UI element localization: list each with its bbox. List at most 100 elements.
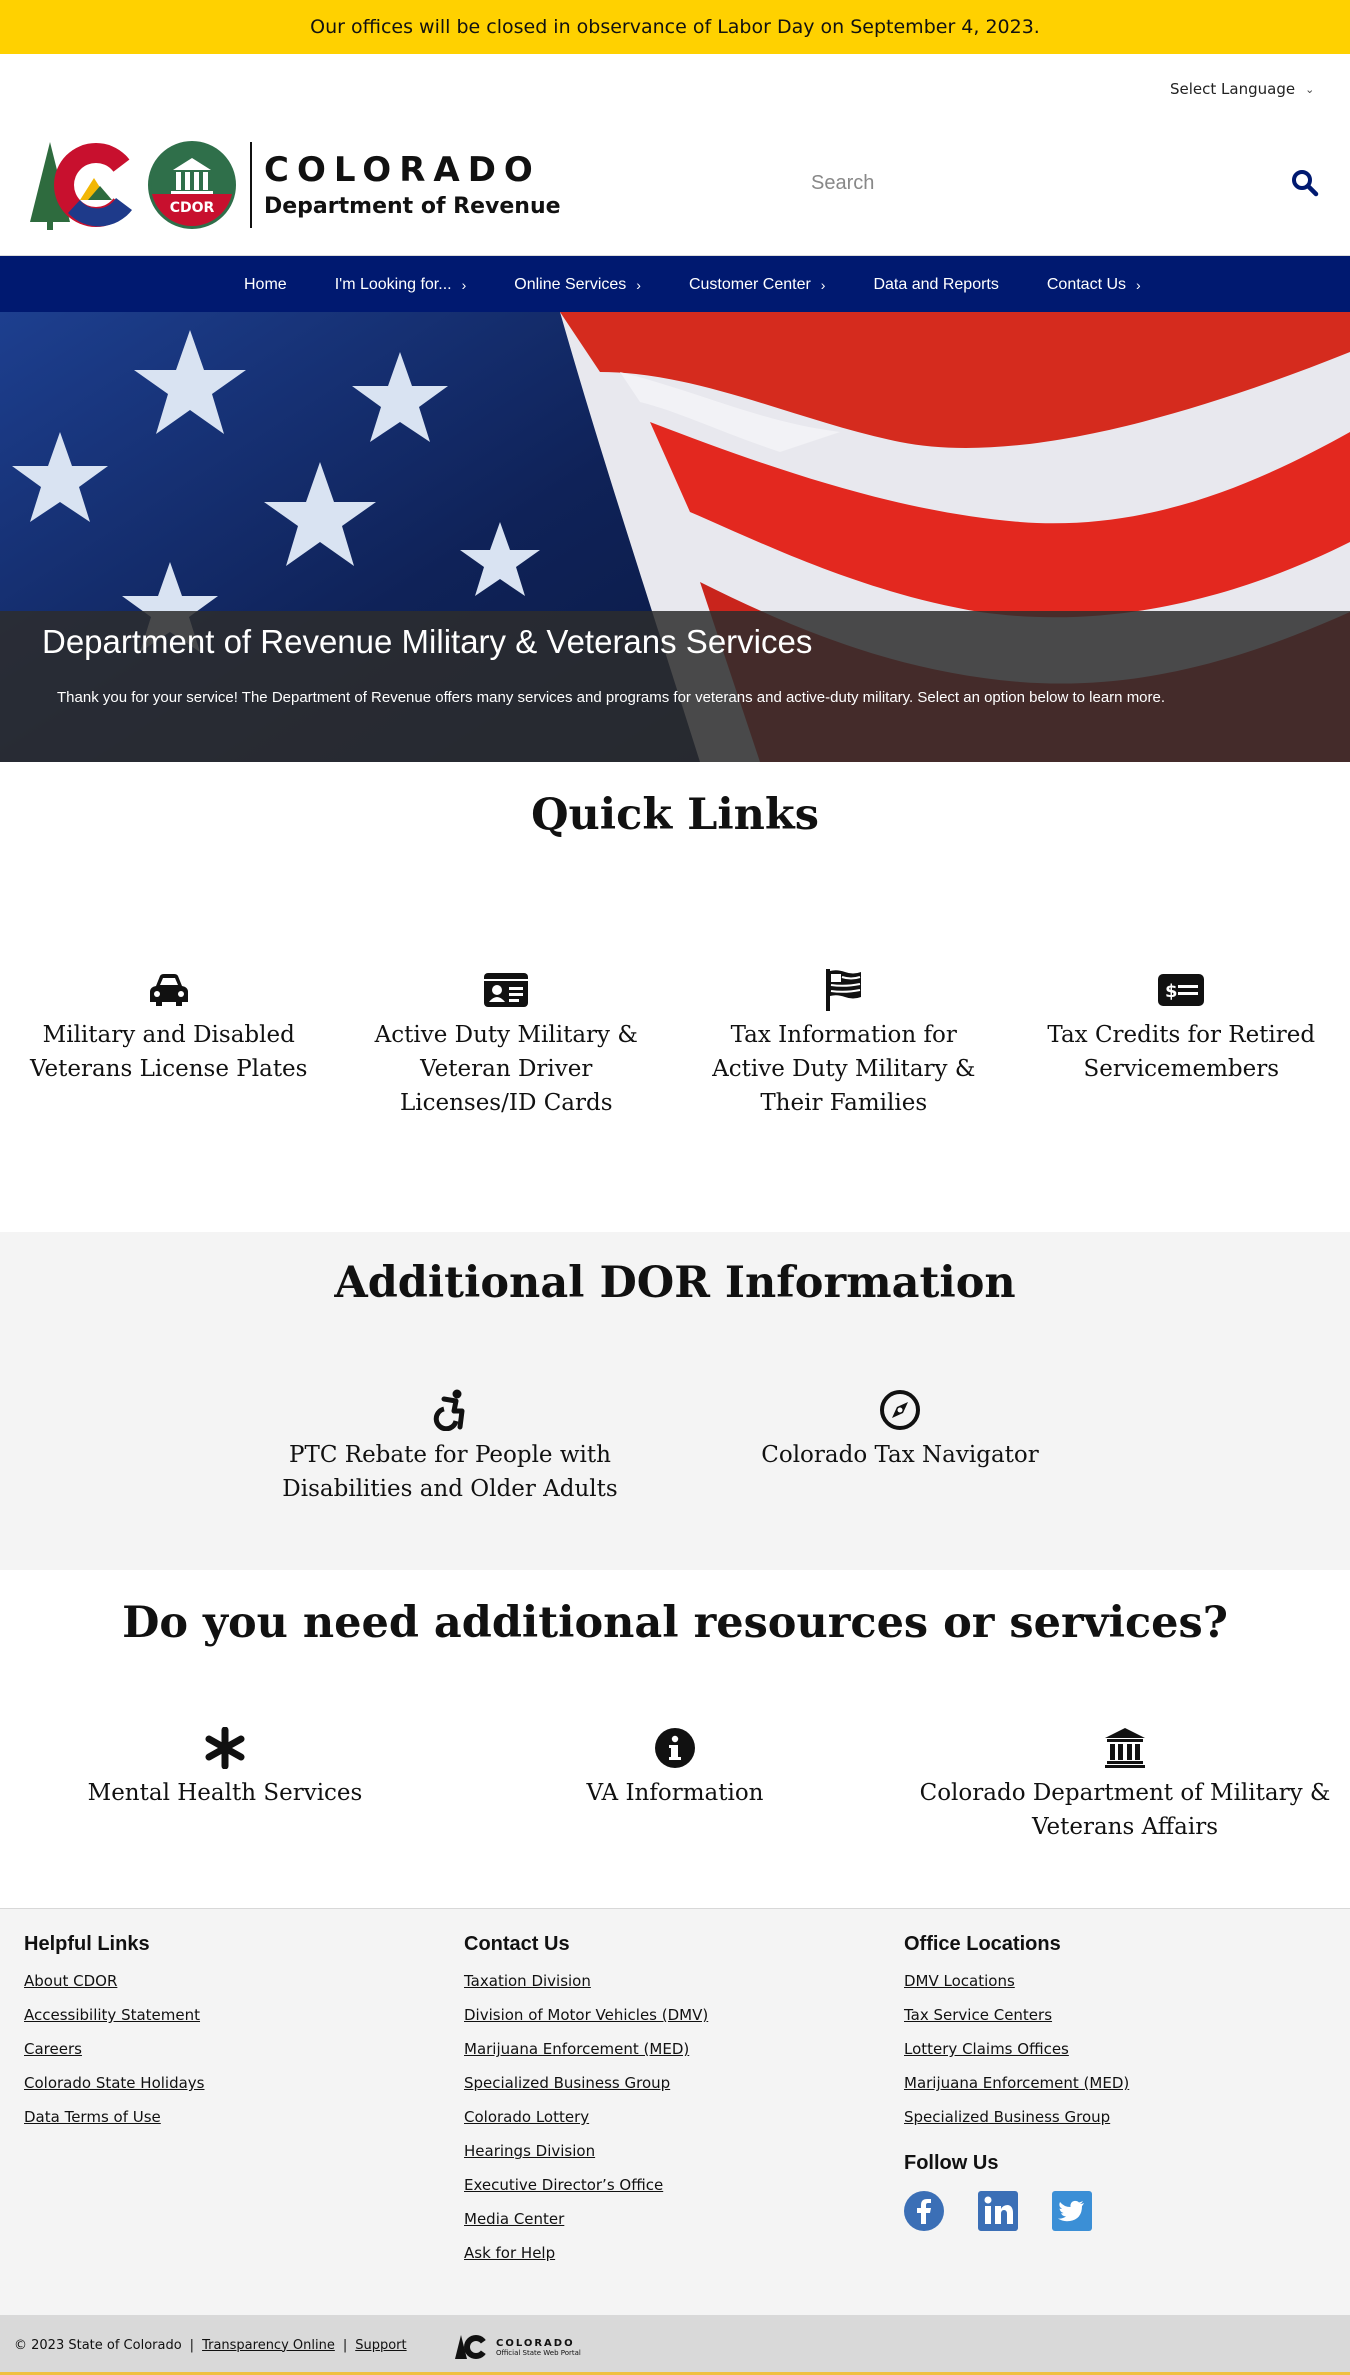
hero-banner: Department of Revenue Military & Veteran… bbox=[0, 312, 1350, 762]
footer-link[interactable]: Specialized Business Group bbox=[904, 2108, 1129, 2126]
nav-item-online-services[interactable]: Online Services › bbox=[490, 276, 665, 294]
brand-text: COLORADO Department of Revenue bbox=[264, 152, 561, 219]
language-select[interactable]: Select Language ⌄ bbox=[1170, 80, 1314, 98]
footer-link[interactable]: Executive Director’s Office bbox=[464, 2176, 708, 2194]
dor-link-label: PTC Rebate for People with Disabilities … bbox=[282, 1442, 618, 1502]
nav-item-contact-us[interactable]: Contact Us › bbox=[1023, 276, 1165, 294]
quick-links-heading: Quick Links bbox=[531, 790, 819, 840]
copyright-text: © 2023 State of Colorado bbox=[14, 2337, 182, 2353]
dor-info-grid: PTC Rebate for People with Disabilities … bbox=[225, 1388, 1125, 1506]
portal-subtitle: Official State Web Portal bbox=[496, 2348, 581, 2357]
footer-link[interactable]: Division of Motor Vehicles (DMV) bbox=[464, 2006, 708, 2024]
logo-divider bbox=[250, 142, 252, 228]
footer-link[interactable]: Colorado Lottery bbox=[464, 2108, 708, 2126]
footer-link[interactable]: Media Center bbox=[464, 2210, 708, 2228]
footer-link[interactable]: DMV Locations bbox=[904, 1972, 1129, 1990]
footer-contact-us: Contact Us Taxation Division Division of… bbox=[464, 1933, 708, 2278]
footer-link[interactable]: Hearings Division bbox=[464, 2142, 708, 2160]
nav-item-home[interactable]: Home bbox=[220, 276, 311, 294]
resource-label: Mental Health Services bbox=[87, 1780, 363, 1806]
compass-icon bbox=[675, 1388, 1125, 1432]
footer-link[interactable]: Colorado State Holidays bbox=[24, 2074, 205, 2092]
flag-icon bbox=[675, 968, 1013, 1012]
dor-link-label: Colorado Tax Navigator bbox=[761, 1442, 1039, 1468]
id-card-icon bbox=[338, 968, 676, 1012]
chevron-right-icon: › bbox=[461, 276, 467, 293]
building-columns-icon bbox=[900, 1726, 1350, 1770]
quick-link-label: Tax Information for Active Duty Military… bbox=[712, 1022, 976, 1116]
car-icon bbox=[0, 968, 338, 1012]
separator: | bbox=[342, 2337, 348, 2353]
cdor-seal-icon: CDOR bbox=[148, 141, 236, 229]
twitter-icon[interactable] bbox=[1052, 2191, 1092, 2231]
nav-label: Data and Reports bbox=[873, 275, 999, 293]
hero-text: Thank you for your service! The Departme… bbox=[57, 689, 1166, 706]
quick-links-grid: Military and Disabled Veterans License P… bbox=[0, 968, 1350, 1120]
footer-heading: Contact Us bbox=[464, 1933, 570, 1955]
footer-heading: Helpful Links bbox=[24, 1933, 150, 1955]
quick-link-label: Active Duty Military & Veteran Driver Li… bbox=[374, 1022, 638, 1116]
colorado-c-logo-icon bbox=[28, 138, 142, 232]
nav-label: Contact Us bbox=[1046, 275, 1127, 293]
main-nav: Home I'm Looking for... › Online Services… bbox=[0, 255, 1350, 312]
hero-title: Department of Revenue Military & Veteran… bbox=[42, 623, 813, 660]
nav-label: Online Services bbox=[514, 275, 627, 293]
alert-text: Our offices will be closed in observance… bbox=[310, 16, 1040, 38]
resources-heading: Do you need additional resources or serv… bbox=[122, 1598, 1228, 1648]
footer-link[interactable]: Taxation Division bbox=[464, 1972, 708, 1990]
footer-link[interactable]: Marijuana Enforcement (MED) bbox=[904, 2074, 1129, 2092]
alert-banner: Our offices will be closed in observance… bbox=[0, 0, 1350, 54]
accessibility-icon bbox=[225, 1388, 675, 1432]
footer-link[interactable]: Specialized Business Group bbox=[464, 2074, 708, 2092]
footer-heading: Office Locations bbox=[904, 1933, 1061, 1955]
resource-label: VA Information bbox=[586, 1780, 764, 1806]
resource-label: Colorado Department of Military & Vetera… bbox=[919, 1780, 1331, 1840]
nav-item-looking-for[interactable]: I'm Looking for... › bbox=[311, 276, 491, 294]
footer-link[interactable]: Accessibility Statement bbox=[24, 2006, 205, 2024]
footer-office-locations: Office Locations DMV Locations Tax Servi… bbox=[904, 1933, 1129, 2231]
footer-link[interactable]: Careers bbox=[24, 2040, 205, 2058]
site-footer: Helpful Links About CDOR Accessibility S… bbox=[0, 1908, 1350, 2315]
quick-link-license-plates[interactable]: Military and Disabled Veterans License P… bbox=[0, 968, 338, 1120]
support-link[interactable]: Support bbox=[355, 2338, 406, 2353]
footer-heading: Follow Us bbox=[904, 2152, 999, 2174]
footer-link[interactable]: Tax Service Centers bbox=[904, 2006, 1129, 2024]
bottom-bar: © 2023 State of Colorado | Transparency … bbox=[0, 2315, 1350, 2375]
quick-link-tax-credits[interactable]: $ Tax Credits for Retired Servicemembers bbox=[1013, 968, 1350, 1120]
dor-link-tax-navigator[interactable]: Colorado Tax Navigator bbox=[675, 1388, 1125, 1506]
search-input[interactable] bbox=[795, 171, 1235, 195]
resource-dmva[interactable]: Colorado Department of Military & Vetera… bbox=[900, 1726, 1350, 1844]
search-icon[interactable] bbox=[1285, 163, 1325, 203]
separator: | bbox=[189, 2337, 195, 2353]
footer-link[interactable]: Lottery Claims Offices bbox=[904, 2040, 1129, 2058]
nav-item-customer-center[interactable]: Customer Center › bbox=[665, 276, 850, 294]
resource-mental-health[interactable]: Mental Health Services bbox=[0, 1726, 450, 1844]
quick-link-tax-info[interactable]: Tax Information for Active Duty Military… bbox=[675, 968, 1013, 1120]
state-portal-logo[interactable]: COLORADO Official State Web Portal bbox=[454, 2333, 581, 2361]
transparency-link[interactable]: Transparency Online bbox=[202, 2338, 335, 2353]
dor-info-heading: Additional DOR Information bbox=[334, 1258, 1016, 1308]
facebook-icon[interactable] bbox=[904, 2191, 944, 2231]
nav-label: I'm Looking for... bbox=[334, 275, 452, 293]
linkedin-icon[interactable] bbox=[978, 2191, 1018, 2231]
info-icon bbox=[450, 1726, 900, 1770]
quick-link-label: Tax Credits for Retired Servicemembers bbox=[1047, 1022, 1316, 1082]
footer-link[interactable]: Ask for Help bbox=[464, 2244, 708, 2262]
footer-link[interactable]: Marijuana Enforcement (MED) bbox=[464, 2040, 708, 2058]
nav-label: Home bbox=[244, 275, 287, 293]
resource-va-information[interactable]: VA Information bbox=[450, 1726, 900, 1844]
nav-item-data-reports[interactable]: Data and Reports bbox=[849, 276, 1022, 294]
quick-link-driver-licenses[interactable]: Active Duty Military & Veteran Driver Li… bbox=[338, 968, 676, 1120]
footer-link[interactable]: Data Terms of Use bbox=[24, 2108, 205, 2126]
chevron-right-icon: › bbox=[1136, 276, 1141, 293]
brand-title: COLORADO bbox=[264, 149, 541, 190]
social-links bbox=[904, 2191, 1129, 2231]
nav-label: Customer Center bbox=[688, 275, 811, 293]
language-label: Select Language bbox=[1170, 80, 1296, 98]
site-logo[interactable]: CDOR COLORADO Department of Revenue bbox=[28, 138, 561, 232]
cdor-badge-text: CDOR bbox=[151, 194, 233, 226]
svg-text:$: $ bbox=[1165, 981, 1178, 1002]
footer-link[interactable]: About CDOR bbox=[24, 1972, 205, 1990]
chevron-right-icon: › bbox=[820, 276, 826, 293]
dor-link-ptc-rebate[interactable]: PTC Rebate for People with Disabilities … bbox=[225, 1388, 675, 1506]
